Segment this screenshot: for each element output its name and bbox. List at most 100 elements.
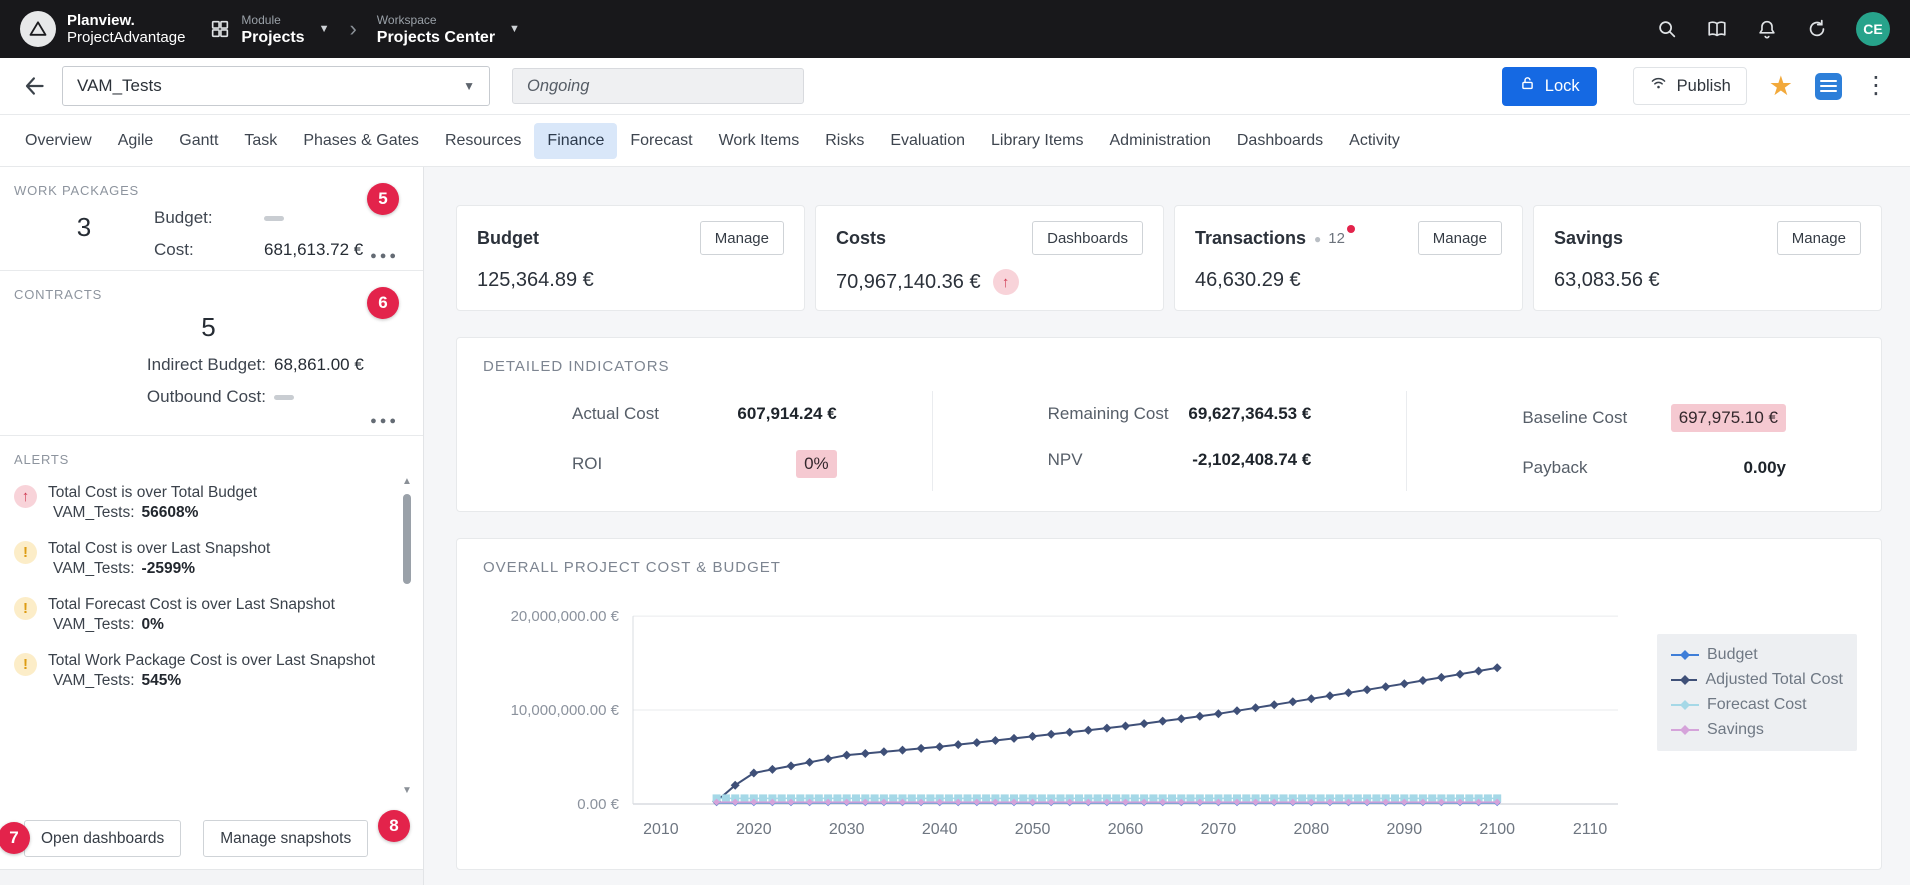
svg-text:2010: 2010 xyxy=(643,821,679,838)
kpi-card-transactions: Transactions●12Manage46,630.29 € xyxy=(1174,205,1523,311)
tab-gantt[interactable]: Gantt xyxy=(166,123,231,159)
budget-value xyxy=(264,208,363,228)
cost-budget-chart: 0.00 €10,000,000.00 €20,000,000.00 €2010… xyxy=(481,592,1640,850)
scroll-up-icon[interactable]: ▲ xyxy=(402,476,412,487)
indicator-value: 0.00y xyxy=(1743,458,1786,478)
indicator-roi: ROI0% xyxy=(457,437,932,491)
svg-text:2020: 2020 xyxy=(736,821,772,838)
scrollbar-thumb[interactable] xyxy=(403,494,411,584)
tab-resources[interactable]: Resources xyxy=(432,123,534,159)
cost-value: 681,613.72 € xyxy=(264,240,363,260)
indicators-column: Baseline Cost697,975.10 €Payback0.00y xyxy=(1406,391,1881,491)
tab-task[interactable]: Task xyxy=(231,123,290,159)
tab-finance[interactable]: Finance xyxy=(534,123,617,159)
alert-warning-icon: ! xyxy=(14,653,37,676)
indicator-value: 607,914.24 € xyxy=(737,404,836,424)
kpi-value: 46,630.29 € xyxy=(1195,269,1301,292)
finance-main: BudgetManage125,364.89 €CostsDashboards7… xyxy=(424,167,1910,885)
svg-text:2060: 2060 xyxy=(1108,821,1144,838)
scroll-down-icon[interactable]: ▼ xyxy=(402,785,412,796)
tab-agile[interactable]: Agile xyxy=(105,123,167,159)
manage-button[interactable]: Manage xyxy=(1418,221,1502,255)
callout-badge-6: 6 xyxy=(367,287,399,319)
alert-item[interactable]: ! Total Forecast Cost is over Last Snapsh… xyxy=(14,595,383,635)
tab-overview[interactable]: Overview xyxy=(12,123,105,159)
svg-text:2100: 2100 xyxy=(1479,821,1515,838)
svg-text:2090: 2090 xyxy=(1387,821,1423,838)
legend-item-savings[interactable]: Savings xyxy=(1671,721,1843,739)
notification-dot xyxy=(1347,225,1355,233)
manage-snapshots-button[interactable]: Manage snapshots xyxy=(203,820,368,857)
tab-activity[interactable]: Activity xyxy=(1336,123,1413,159)
alert-project: VAM_Tests: xyxy=(53,560,135,577)
indicator-label: ROI xyxy=(572,454,602,474)
alert-item[interactable]: !Total Cost is over Last SnapshotVAM_Tes… xyxy=(14,539,383,579)
indicators-column: Actual Cost607,914.24 €ROI0% xyxy=(457,391,932,491)
legend-marker-icon xyxy=(1671,674,1697,686)
alert-text: Total Cost is over Last SnapshotVAM_Test… xyxy=(48,539,270,579)
legend-item-budget[interactable]: Budget xyxy=(1671,646,1843,664)
work-packages-menu-icon[interactable]: ●●● xyxy=(370,250,399,262)
module-selector[interactable]: Module Projects ▼ xyxy=(209,13,329,45)
module-value: Projects xyxy=(241,30,304,45)
indirect-budget-label: Indirect Budget: xyxy=(14,355,266,375)
broadcast-icon xyxy=(1649,74,1668,98)
legend-item-adjusted-total-cost[interactable]: Adjusted Total Cost xyxy=(1671,671,1843,689)
tab-phases-gates[interactable]: Phases & Gates xyxy=(290,123,432,159)
svg-text:20,000,000.00 €: 20,000,000.00 € xyxy=(511,608,620,625)
alert-value: 0% xyxy=(142,616,164,633)
alert-item[interactable]: ↑Total Cost is over Total BudgetVAM_Test… xyxy=(14,483,383,523)
cost-budget-title: OVERALL PROJECT COST & BUDGET xyxy=(457,539,1881,576)
empty-value-dash xyxy=(274,395,294,400)
callout-badge-5: 5 xyxy=(367,183,399,215)
alert-warning-icon: ! xyxy=(14,597,37,620)
legend-label: Savings xyxy=(1707,721,1764,739)
legend-item-forecast-cost[interactable]: Forecast Cost xyxy=(1671,696,1843,714)
kebab-menu-icon[interactable]: ⋮ xyxy=(1864,74,1888,98)
dashboards-button[interactable]: Dashboards xyxy=(1032,221,1143,255)
workspace-label: Workspace xyxy=(377,13,495,28)
callout-badge-8: 8 xyxy=(378,810,410,842)
contracts-title: CONTRACTS xyxy=(14,287,403,302)
svg-text:10,000,000.00 €: 10,000,000.00 € xyxy=(511,702,620,719)
alert-value: -2599% xyxy=(142,560,195,577)
module-label: Module xyxy=(241,13,304,28)
project-select[interactable]: VAM_Tests ▼ xyxy=(62,66,490,106)
publish-button[interactable]: Publish xyxy=(1633,67,1747,105)
tab-administration[interactable]: Administration xyxy=(1097,123,1224,159)
back-arrow-icon[interactable] xyxy=(22,73,48,99)
refresh-icon[interactable] xyxy=(1806,18,1828,40)
manage-button[interactable]: Manage xyxy=(1777,221,1861,255)
contracts-menu-icon[interactable]: ●●● xyxy=(370,415,399,427)
module-grid-icon xyxy=(209,18,231,40)
tab-evaluation[interactable]: Evaluation xyxy=(877,123,978,159)
tab-library-items[interactable]: Library Items xyxy=(978,123,1096,159)
alert-item[interactable]: !Total Work Package Cost is over Last Sn… xyxy=(14,651,383,691)
legend-marker-icon xyxy=(1671,724,1699,736)
tab-risks[interactable]: Risks xyxy=(812,123,877,159)
chart-area: 0.00 €10,000,000.00 €20,000,000.00 €2010… xyxy=(481,592,1643,855)
svg-text:2110: 2110 xyxy=(1573,821,1608,838)
favorite-star-icon[interactable]: ★ xyxy=(1769,73,1793,100)
tab-work-items[interactable]: Work Items xyxy=(706,123,813,159)
alerts-scrollbar[interactable]: ▲ ▼ xyxy=(399,476,415,796)
indirect-budget-value: 68,861.00 € xyxy=(274,355,403,375)
work-packages-count: 3 xyxy=(14,208,154,260)
search-icon[interactable] xyxy=(1656,18,1678,40)
tab-dashboards[interactable]: Dashboards xyxy=(1224,123,1336,159)
workspace-selector[interactable]: Workspace Projects Center ▼ xyxy=(377,13,520,45)
alert-critical-icon: ↑ xyxy=(14,485,37,508)
planview-brand[interactable]: Planview. ProjectAdvantage xyxy=(20,11,185,47)
library-book-icon[interactable] xyxy=(1706,18,1728,40)
alert-message: Total Forecast Cost is over Last Snapsho… xyxy=(48,596,335,613)
tab-forecast[interactable]: Forecast xyxy=(617,123,705,159)
feedback-icon[interactable] xyxy=(1815,73,1842,100)
alert-project: VAM_Tests: xyxy=(53,616,135,633)
manage-button[interactable]: Manage xyxy=(700,221,784,255)
user-avatar[interactable]: CE xyxy=(1856,12,1890,46)
transactions-count: ●12 xyxy=(1314,230,1355,247)
work-packages-title: WORK PACKAGES xyxy=(14,183,403,198)
notifications-bell-icon[interactable] xyxy=(1756,18,1778,40)
open-dashboards-button[interactable]: Open dashboards xyxy=(24,820,181,857)
lock-button[interactable]: Lock xyxy=(1502,67,1597,106)
